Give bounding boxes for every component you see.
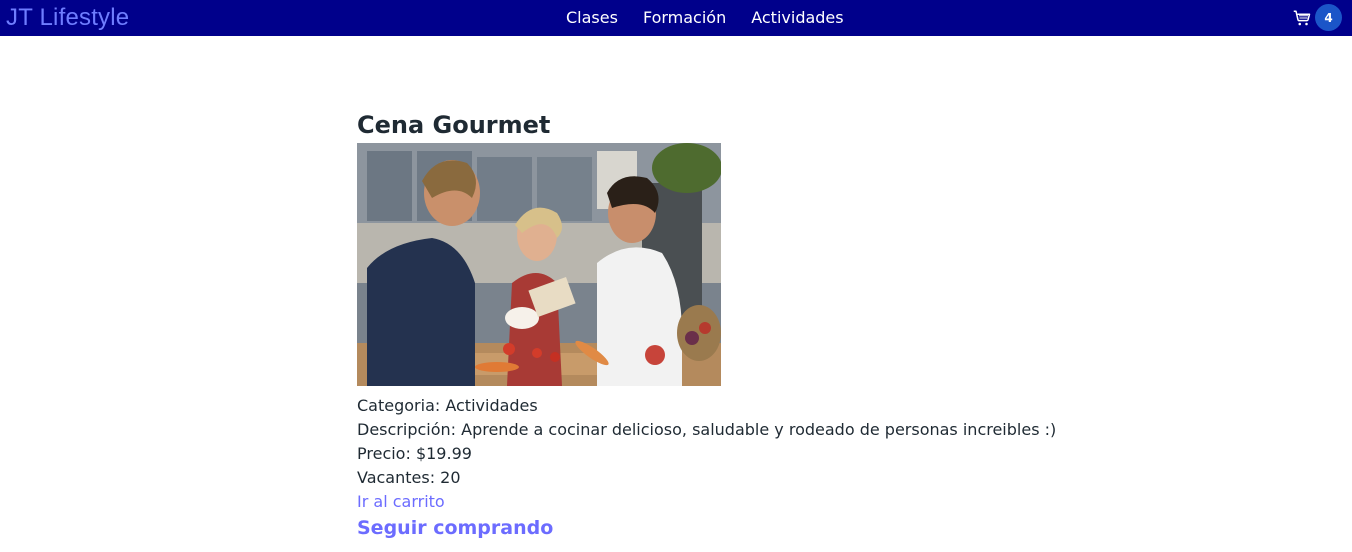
main-nav: Clases Formación Actividades [566,9,869,27]
product-vacancies: Vacantes: 20 [357,468,461,487]
product-title: Cena Gourmet [357,111,551,139]
cart-icon [1293,10,1311,25]
go-to-cart-link[interactable]: Ir al carrito [357,490,1057,514]
continue-shopping-link[interactable]: Seguir comprando [357,514,1057,542]
product-price: Precio: $19.99 [357,444,472,463]
product-detail: Cena Gourmet Categoria: Actividades Desc… [357,110,1057,542]
brand-logo-link[interactable]: JT Lifestyle [6,4,129,32]
cart-button[interactable]: 4 [1293,4,1342,31]
product-description: Descripción: Aprende a cocinar delicioso… [357,420,1057,439]
nav-link-actividades[interactable]: Actividades [751,9,843,27]
cart-count-badge: 4 [1315,4,1342,31]
product-image [357,143,721,386]
nav-link-formacion[interactable]: Formación [643,9,726,27]
top-navbar: JT Lifestyle Clases Formación Actividade… [0,0,1352,36]
product-category: Categoria: Actividades [357,396,538,415]
nav-link-clases[interactable]: Clases [566,9,618,27]
product-info: Categoria: Actividades Descripción: Apre… [357,394,1057,490]
